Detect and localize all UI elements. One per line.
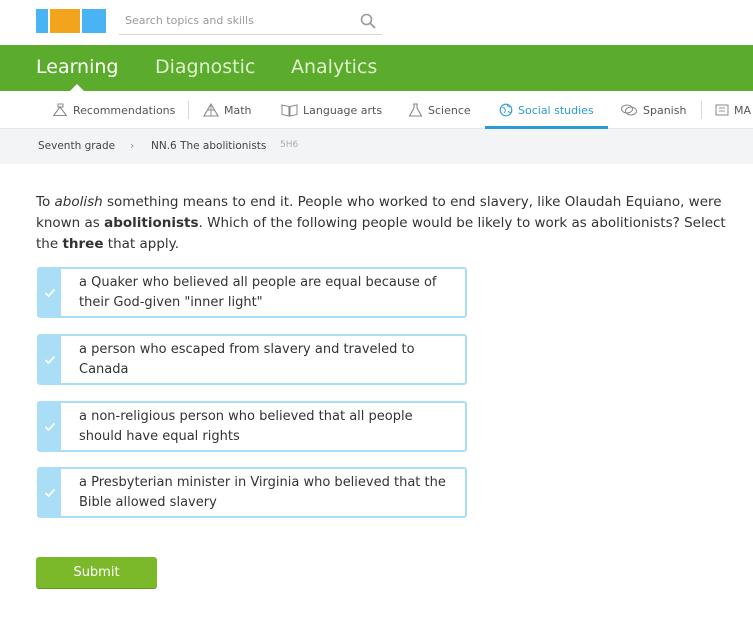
breadcrumb: Seventh grade › NN.6 The abolitionists 5…: [0, 129, 753, 164]
tab-label: Social studies: [518, 103, 594, 117]
spanish-icon: [621, 104, 637, 116]
breadcrumb-skill: NN.6 The abolitionists: [151, 140, 267, 152]
science-icon: [408, 103, 423, 117]
choice-text: a person who escaped from slavery and tr…: [79, 342, 415, 377]
answer-choice[interactable]: a person who escaped from slavery and tr…: [37, 334, 467, 385]
tab-recommendations[interactable]: Recommendations: [52, 91, 175, 129]
divider: [701, 101, 702, 119]
recommendations-icon: [53, 103, 67, 116]
nav-diagnostic[interactable]: Diagnostic: [155, 56, 255, 78]
checkbox[interactable]: [39, 403, 61, 450]
active-nav-pointer: [70, 84, 84, 91]
tab-language-arts[interactable]: Language arts: [281, 91, 382, 129]
main-nav: Learning Diagnostic Analytics: [0, 45, 753, 91]
submit-button[interactable]: Submit: [36, 557, 157, 588]
tab-science[interactable]: Science: [408, 91, 471, 129]
search-box: [119, 7, 382, 35]
answer-choice[interactable]: a non-religious person who believed that…: [37, 401, 467, 452]
checkbox[interactable]: [39, 269, 61, 316]
term-three: three: [62, 236, 104, 252]
ma-icon: [715, 104, 729, 116]
divider: [188, 101, 189, 119]
nav-learning[interactable]: Learning: [36, 56, 119, 78]
tab-social-studies[interactable]: Social studies: [485, 91, 608, 129]
checkmark-icon: [44, 288, 56, 297]
tab-label: Science: [428, 103, 471, 117]
breadcrumb-grade[interactable]: Seventh grade: [38, 140, 115, 152]
tab-label: Recommendations: [73, 103, 176, 117]
tab-label: Language arts: [303, 103, 383, 117]
tab-spanish[interactable]: Spanish: [620, 91, 686, 129]
answer-choice[interactable]: a Presbyterian minister in Virginia who …: [37, 467, 467, 518]
top-bar: [0, 0, 753, 45]
search-input[interactable]: [119, 7, 354, 34]
social-studies-icon: [499, 103, 513, 117]
checkmark-icon: [44, 488, 56, 497]
checkmark-icon: [44, 355, 56, 364]
checkmark-icon: [44, 422, 56, 431]
tab-math[interactable]: Math: [203, 91, 252, 129]
math-icon: [203, 103, 219, 117]
checkbox[interactable]: [39, 469, 61, 516]
ixl-logo[interactable]: [36, 9, 106, 33]
search-icon[interactable]: [360, 13, 376, 29]
answer-choice[interactable]: a Quaker who believed all people are equ…: [37, 267, 467, 318]
tab-label: Math: [224, 103, 252, 117]
choice-text: a Quaker who believed all people are equ…: [79, 275, 437, 310]
checkbox[interactable]: [39, 336, 61, 383]
language-arts-icon: [281, 104, 298, 117]
nav-analytics[interactable]: Analytics: [291, 56, 377, 78]
chevron-right-icon: ›: [130, 139, 135, 152]
choice-text: a non-religious person who believed that…: [79, 409, 413, 444]
term-abolish: abolish: [54, 194, 103, 210]
subject-nav: Recommendations Math Language arts Scien…: [0, 91, 753, 129]
tab-label: Spanish: [643, 103, 687, 117]
term-abolitionists: abolitionists: [104, 215, 199, 231]
choice-text: a Presbyterian minister in Virginia who …: [79, 475, 446, 510]
skill-code: 5H6: [280, 140, 299, 150]
tab-label: MA: [734, 103, 752, 117]
question-text: To abolish something means to end it. Pe…: [36, 194, 726, 252]
tab-ma[interactable]: MA: [715, 91, 751, 129]
